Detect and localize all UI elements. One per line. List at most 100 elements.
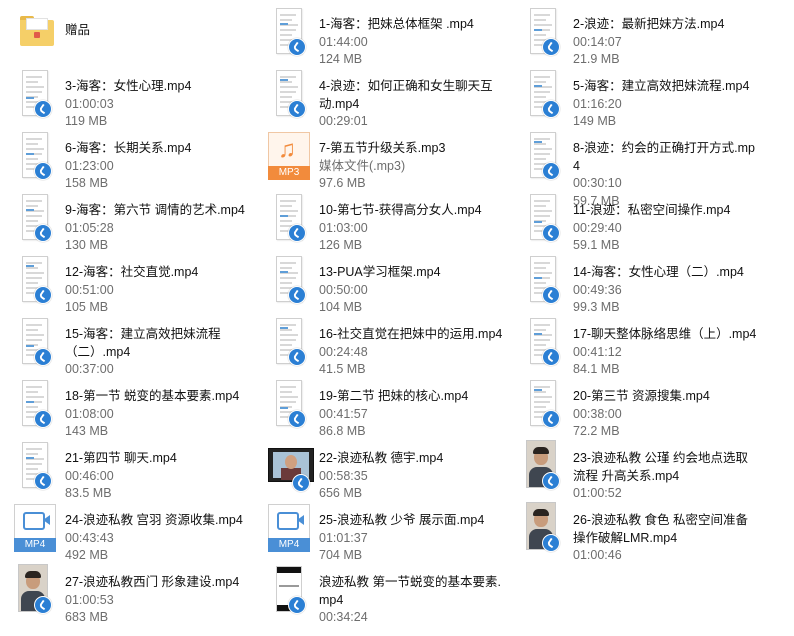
file-name[interactable]: 11-浪迹：私密空间操作.mp4 — [573, 202, 761, 220]
file-name[interactable]: 20-第三节 资源搜集.mp4 — [573, 388, 761, 406]
file-item-f1[interactable]: 1-海客：把妹总体框架 .mp4 01:44:00 124 MB — [254, 4, 509, 66]
file-name[interactable]: 23-浪迹私教 公瑾 约会地点选取 流程 升高关系.mp4 — [573, 450, 761, 485]
file-name[interactable]: 16-社交直觉在把妹中的运用.mp4 — [319, 326, 507, 344]
file-name[interactable]: 12-海客：社交直觉.mp4 — [65, 264, 253, 282]
preview-line — [534, 158, 546, 160]
file-item-f14[interactable]: 14-海客：女性心理（二）.mp4 00:49:36 99.3 MB — [508, 252, 763, 314]
file-thumbnail — [526, 440, 560, 492]
file-name[interactable]: 6-海客：长期关系.mp4 — [65, 140, 253, 158]
file-item-f17[interactable]: 17-聊天整体脉络思维（上）.mp4 00:41:12 84.1 MB — [508, 314, 763, 376]
sync-badge-icon — [34, 596, 52, 614]
file-item-f27[interactable]: 27-浪迹私教西门 形象建设.mp4 01:00:53 683 MB — [0, 562, 255, 624]
preview-line — [534, 406, 546, 408]
preview-line — [280, 19, 292, 21]
file-name[interactable]: 3-海客：女性心理.mp4 — [65, 78, 253, 96]
file-name[interactable]: 2-浪迹：最新把妹方法.mp4 — [573, 16, 761, 34]
preview-line — [280, 262, 296, 264]
preview-line — [26, 262, 42, 264]
file-item-f24[interactable]: MP4 24-浪迹私教 宫羽 资源收集.mp4 00:43:43 492 MB — [0, 500, 255, 562]
file-thumbnail — [18, 442, 52, 492]
file-name[interactable]: 24-浪迹私教 宫羽 资源收集.mp4 — [65, 512, 253, 530]
file-name[interactable]: 22-浪迹私教 德宇.mp4 — [319, 450, 507, 468]
file-name[interactable]: 10-第七节-获得高分女人.mp4 — [319, 202, 507, 220]
file-item-f18[interactable]: 18-第一节 蜕变的基本要素.mp4 01:08:00 143 MB — [0, 376, 255, 438]
file-item-f26[interactable]: 26-浪迹私教 食色 私密空间准备 操作破解LMR.mp4 01:00:46 — [508, 500, 763, 562]
preview-line — [534, 76, 550, 78]
camera-lens-icon — [43, 515, 50, 525]
preview-accent — [26, 345, 34, 347]
file-item-f11[interactable]: 11-浪迹：私密空间操作.mp4 00:29:40 59.1 MB — [508, 190, 763, 252]
preview-line — [534, 24, 552, 26]
file-name[interactable]: 18-第一节 蜕变的基本要素.mp4 — [65, 388, 253, 406]
file-name[interactable]: 5-海客：建立高效把妹流程.mp4 — [573, 78, 761, 96]
preview-line — [26, 200, 42, 202]
preview-line — [534, 138, 550, 140]
preview-accent — [26, 97, 34, 99]
file-item-f19[interactable]: 19-第二节 把妹的核心.mp4 00:41:57 86.8 MB — [254, 376, 509, 438]
mp4-file-icon: MP4 — [14, 504, 56, 552]
preview-line — [280, 205, 292, 207]
preview-line — [280, 34, 292, 36]
file-item-f2[interactable]: 2-浪迹：最新把妹方法.mp4 00:14:07 21.9 MB — [508, 4, 763, 66]
preview-accent — [26, 265, 34, 267]
file-item-f7[interactable]: ♫ MP3 7-第五节升级关系.mp3 媒体文件(.mp3) 97.6 MB — [254, 128, 509, 190]
file-text: 5-海客：建立高效把妹流程.mp4 01:16:20 149 MB — [573, 78, 761, 131]
sync-badge-icon — [542, 224, 560, 242]
sync-badge-icon — [542, 38, 560, 56]
preview-line — [534, 96, 546, 98]
file-text: 11-浪迹：私密空间操作.mp4 00:29:40 59.1 MB — [573, 202, 761, 255]
file-name[interactable]: 27-浪迹私教西门 形象建设.mp4 — [65, 574, 253, 592]
file-name[interactable]: 21-第四节 聊天.mp4 — [65, 450, 253, 468]
file-name[interactable]: 17-聊天整体脉络思维（上）.mp4 — [573, 326, 761, 344]
file-name[interactable]: 19-第二节 把妹的核心.mp4 — [319, 388, 507, 406]
preview-line — [280, 282, 292, 284]
file-text: 1-海客：把妹总体框架 .mp4 01:44:00 124 MB — [319, 16, 507, 69]
file-item-f5[interactable]: 5-海客：建立高效把妹流程.mp4 01:16:20 149 MB — [508, 66, 763, 128]
file-name[interactable]: 25-浪迹私教 少爷 展示面.mp4 — [319, 512, 507, 530]
file-item-f20[interactable]: 20-第三节 资源搜集.mp4 00:38:00 72.2 MB — [508, 376, 763, 438]
preview-accent — [26, 209, 34, 211]
file-item-f4[interactable]: 4-浪迹：如何正确和女生聊天互动.mp4 00:29:01 — [254, 66, 509, 128]
file-name[interactable]: 9-海客：第六节 调情的艺术.mp4 — [65, 202, 253, 220]
file-name[interactable]: 14-海客：女性心理（二）.mp4 — [573, 264, 761, 282]
file-text: 赠品 — [65, 22, 253, 40]
preview-line — [534, 262, 550, 264]
file-thumbnail: ♫ MP3 — [268, 132, 310, 182]
file-text: 14-海客：女性心理（二）.mp4 00:49:36 99.3 MB — [573, 264, 761, 317]
file-name[interactable]: 4-浪迹：如何正确和女生聊天互动.mp4 — [319, 78, 507, 113]
preview-line — [26, 324, 42, 326]
file-item-f9[interactable]: 9-海客：第六节 调情的艺术.mp4 01:05:28 130 MB — [0, 190, 255, 252]
folder-paper — [26, 18, 48, 30]
file-item-gift-folder[interactable]: 赠品 — [0, 4, 255, 64]
file-name[interactable]: 15-海客：建立高效把妹流程（二）.mp4 — [65, 326, 253, 361]
file-item-f13[interactable]: 13-PUA学习框架.mp4 00:50:00 104 MB — [254, 252, 509, 314]
file-name[interactable]: 8-浪迹：约会的正确打开方式.mp4 — [573, 140, 761, 175]
file-item-f8[interactable]: 8-浪迹：约会的正确打开方式.mp4 00:30:10 59.7 MB — [508, 128, 763, 208]
preview-line — [26, 148, 44, 150]
file-name[interactable]: 赠品 — [65, 22, 253, 40]
preview-line — [534, 148, 552, 150]
file-text: 26-浪迹私教 食色 私密空间准备 操作破解LMR.mp4 01:00:46 — [573, 512, 761, 565]
file-name[interactable]: 1-海客：把妹总体框架 .mp4 — [319, 16, 507, 34]
file-item-f6[interactable]: 6-海客：长期关系.mp4 01:23:00 158 MB — [0, 128, 255, 190]
preview-line — [26, 277, 42, 279]
file-thumbnail — [18, 318, 52, 368]
file-name[interactable]: 26-浪迹私教 食色 私密空间准备 操作破解LMR.mp4 — [573, 512, 761, 547]
file-item-f10[interactable]: 10-第七节-获得高分女人.mp4 01:03:00 126 MB — [254, 190, 509, 252]
file-item-f28[interactable]: 浪迹私教 第一节蜕变的基本要素.mp4 00:34:24 — [254, 562, 509, 624]
file-item-f23[interactable]: 23-浪迹私教 公瑾 约会地点选取 流程 升高关系.mp4 01:00:52 — [508, 438, 763, 500]
file-item-f15[interactable]: 15-海客：建立高效把妹流程（二）.mp4 00:37:00 — [0, 314, 255, 376]
file-item-f21[interactable]: 21-第四节 聊天.mp4 00:46:00 83.5 MB — [0, 438, 255, 500]
file-item-f12[interactable]: 12-海客：社交直觉.mp4 00:51:00 105 MB — [0, 252, 255, 314]
file-duration: 01:08:00 — [65, 406, 114, 421]
file-item-f3[interactable]: 3-海客：女性心理.mp4 01:00:03 119 MB — [0, 66, 255, 128]
file-item-f25[interactable]: MP4 25-浪迹私教 少爷 展示面.mp4 01:01:37 704 MB — [254, 500, 509, 562]
preview-line — [26, 339, 42, 341]
file-item-f16[interactable]: 16-社交直觉在把妹中的运用.mp4 00:24:48 41.5 MB — [254, 314, 509, 376]
file-name[interactable]: 7-第五节升级关系.mp3 — [319, 140, 507, 158]
file-name[interactable]: 浪迹私教 第一节蜕变的基本要素.mp4 — [319, 574, 507, 609]
sync-badge-icon — [542, 410, 560, 428]
file-text: 25-浪迹私教 少爷 展示面.mp4 01:01:37 704 MB — [319, 512, 507, 565]
file-name[interactable]: 13-PUA学习框架.mp4 — [319, 264, 507, 282]
file-item-f22[interactable]: 22-浪迹私教 德宇.mp4 00:58:35 656 MB — [254, 438, 509, 500]
